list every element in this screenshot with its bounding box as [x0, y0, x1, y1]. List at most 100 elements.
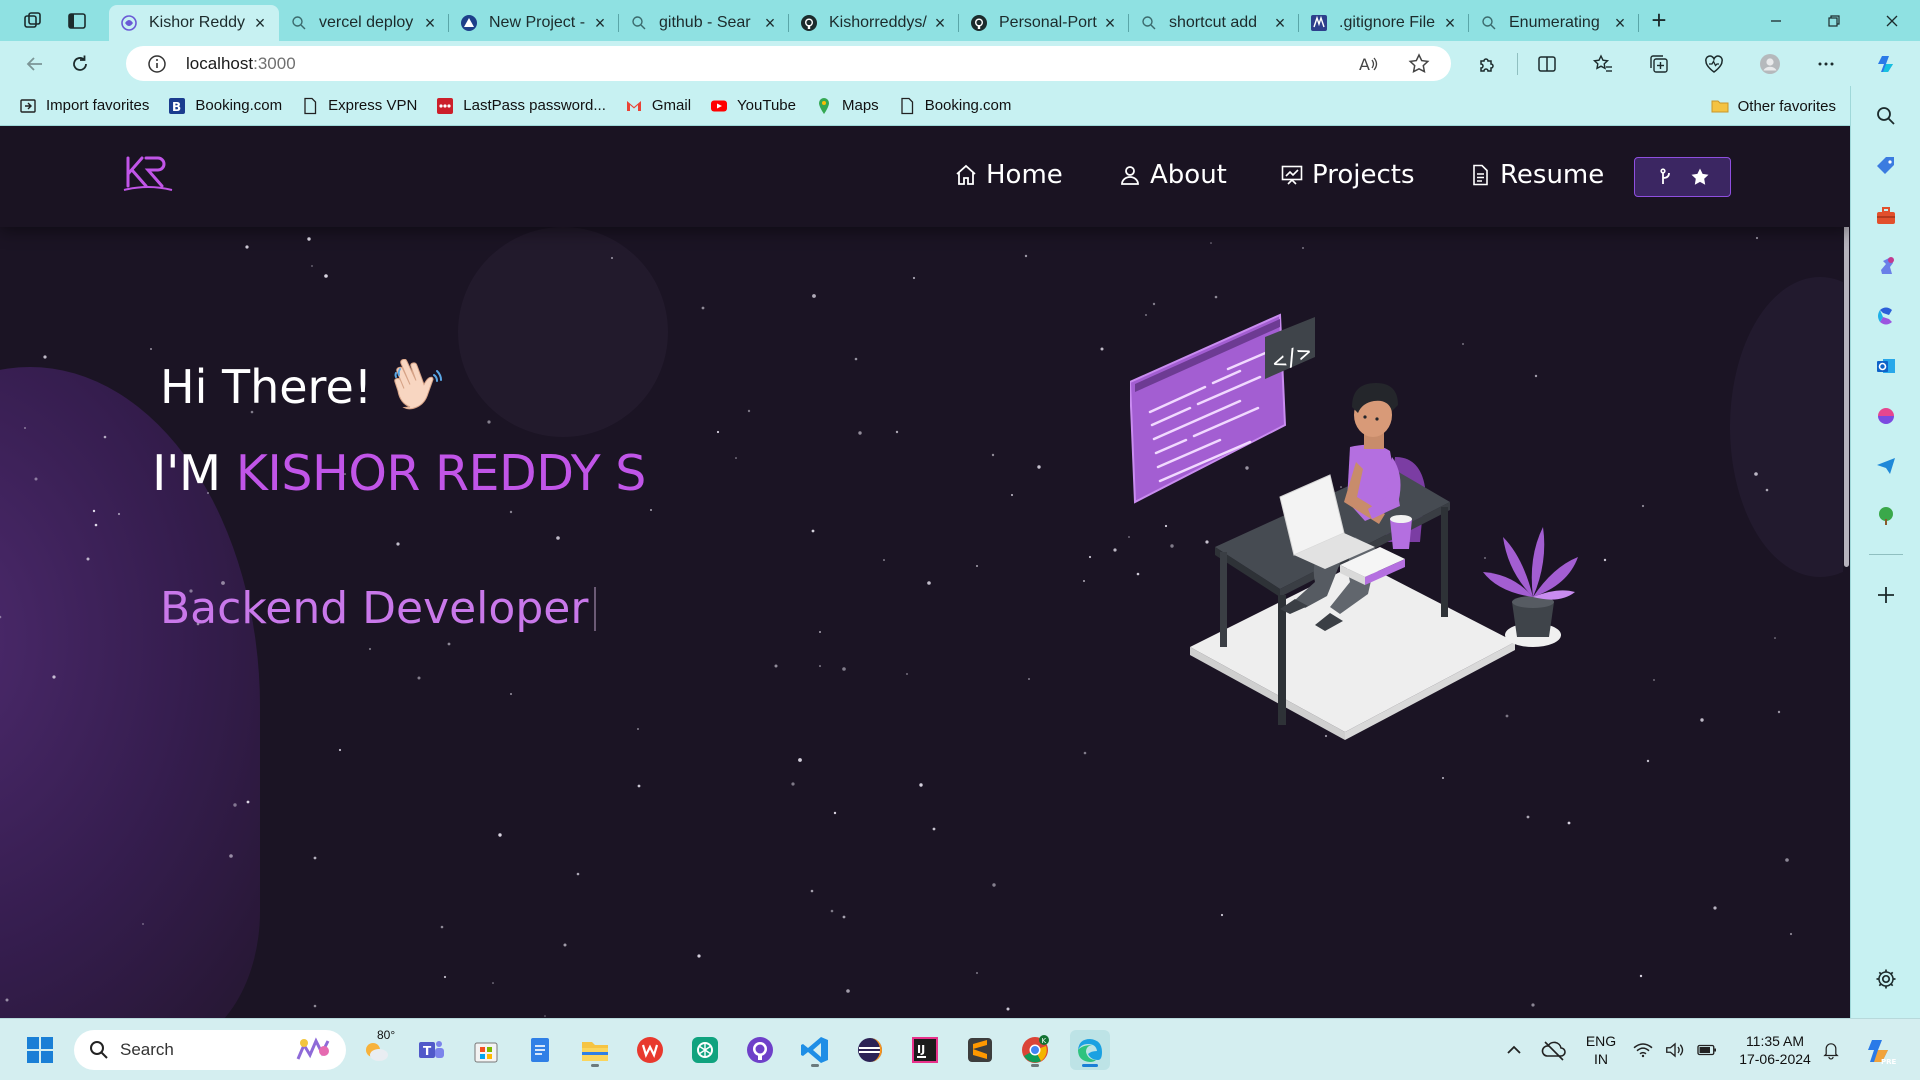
notifications-button[interactable] [1815, 1030, 1847, 1070]
clock[interactable]: 11:35 AM 17-06-2024 [1730, 1032, 1820, 1068]
sidebar-add-button[interactable] [1873, 582, 1899, 608]
taskbar-wps-office[interactable] [630, 1030, 670, 1070]
favorite-7[interactable]: Maps [814, 96, 879, 116]
language-indicator[interactable]: ENG IN [1580, 1032, 1622, 1068]
taskbar-github-desktop[interactable] [740, 1030, 780, 1070]
star [307, 237, 311, 241]
wifi-tray[interactable] [1628, 1030, 1658, 1070]
taskbar-chatgpt[interactable] [685, 1030, 725, 1070]
read-aloud-icon[interactable]: A [1356, 52, 1380, 76]
taskbar-intellij[interactable]: IJ [905, 1030, 945, 1070]
favorite-2[interactable]: B Booking.com [167, 96, 282, 116]
taskbar-eclipse[interactable] [850, 1030, 890, 1070]
back-button[interactable] [15, 44, 55, 84]
close-tab-icon[interactable]: × [931, 13, 949, 33]
star [443, 975, 447, 979]
favorite-4[interactable]: LastPass password... [435, 96, 606, 116]
sidebar-shopping-button[interactable] [1873, 153, 1899, 179]
volume-tray[interactable] [1660, 1030, 1690, 1070]
taskbar-sublime[interactable] [960, 1030, 1000, 1070]
page-scrollbar[interactable] [1843, 127, 1850, 1018]
tab-3[interactable]: New Project - × [449, 5, 619, 41]
taskbar-search[interactable]: Search [74, 1030, 346, 1070]
copilot-button[interactable] [1872, 50, 1900, 78]
network-off-tray[interactable] [1534, 1030, 1574, 1070]
taskbar-vscode[interactable] [795, 1030, 835, 1070]
nav-home[interactable]: Home [954, 160, 1063, 190]
sidebar-designer-button[interactable] [1873, 403, 1899, 429]
sidebar-outlook-button[interactable] [1873, 353, 1899, 379]
tab-4[interactable]: github - Sear × [619, 5, 789, 41]
tab-actions-button[interactable] [57, 0, 97, 41]
close-tab-icon[interactable]: × [1101, 13, 1119, 33]
site-info-icon[interactable] [146, 53, 168, 75]
minimize-button[interactable] [1748, 0, 1804, 41]
close-tab-icon[interactable]: × [1441, 13, 1459, 33]
nav-about[interactable]: About [1118, 160, 1227, 190]
sidebar-tools-button[interactable] [1873, 203, 1899, 229]
start-button[interactable] [20, 1030, 60, 1070]
close-tab-icon[interactable]: × [591, 13, 609, 33]
taskbar-store[interactable] [466, 1030, 506, 1070]
search-label: Search [120, 1040, 174, 1059]
sidebar-copilot-button[interactable] [1873, 303, 1899, 329]
sidebar-tree-button[interactable] [1873, 503, 1899, 529]
weather-widget[interactable]: 80° [357, 1028, 397, 1070]
close-tab-icon[interactable]: × [1271, 13, 1289, 33]
favorite-star-icon[interactable] [1407, 52, 1431, 76]
favorite-1[interactable]: Import favorites [18, 96, 149, 116]
tab-8[interactable]: .gitignore File × [1299, 5, 1469, 41]
svg-text:PRE: PRE [1881, 1058, 1896, 1066]
github-fork-button[interactable] [1634, 157, 1731, 197]
favorite-5[interactable]: Gmail [624, 96, 691, 116]
copilot-taskbar-button[interactable]: PRE [1860, 1030, 1900, 1070]
nav-projects[interactable]: Projects [1280, 160, 1415, 190]
show-hidden-icons-button[interactable] [1494, 1030, 1534, 1070]
scrollbar-thumb[interactable] [1844, 167, 1849, 567]
favorite-3[interactable]: Express VPN [300, 96, 417, 116]
nav-resume[interactable]: Resume [1468, 160, 1604, 190]
refresh-button[interactable] [60, 44, 100, 84]
star [1037, 465, 1041, 469]
workspaces-button[interactable] [13, 0, 53, 41]
star [1785, 858, 1789, 862]
tab-6[interactable]: Personal-Port × [959, 5, 1129, 41]
tab-5[interactable]: Kishorreddys/× [789, 5, 959, 41]
sidebar-games-button[interactable] [1873, 253, 1899, 279]
taskbar-chrome[interactable]: K [1015, 1030, 1055, 1070]
site-logo[interactable] [120, 152, 176, 194]
close-window-button[interactable] [1864, 0, 1920, 41]
favorite-8[interactable]: Booking.com [897, 96, 1011, 116]
taskbar-notepad[interactable] [520, 1030, 560, 1070]
profile-button[interactable] [1756, 50, 1784, 78]
volume-icon [1666, 1042, 1684, 1058]
sidebar-telegram-button[interactable] [1873, 453, 1899, 479]
sidebar-settings-button[interactable] [1873, 966, 1899, 992]
taskbar-teams[interactable]: T [411, 1030, 451, 1070]
extensions-button[interactable] [1473, 50, 1501, 78]
collections-button[interactable] [1645, 50, 1673, 78]
new-tab-button[interactable]: + [1639, 3, 1679, 39]
settings-more-button[interactable] [1812, 50, 1840, 78]
tab-7[interactable]: shortcut add × [1129, 5, 1299, 41]
split-screen-button[interactable] [1533, 50, 1561, 78]
battery-tray[interactable] [1692, 1030, 1722, 1070]
taskbar-file-explorer[interactable] [575, 1030, 615, 1070]
close-tab-icon[interactable]: × [421, 13, 439, 33]
close-tab-icon[interactable]: × [761, 13, 779, 33]
address-bar[interactable]: localhost:3000 A [126, 46, 1451, 81]
browser-essentials-button[interactable] [1700, 50, 1728, 78]
page-icon [300, 96, 320, 116]
star [1028, 678, 1030, 680]
tab-1[interactable]: Kishor Reddy × [109, 5, 279, 41]
restore-button[interactable] [1806, 0, 1862, 41]
close-tab-icon[interactable]: × [1611, 13, 1629, 33]
favorite-6[interactable]: YouTube [709, 96, 796, 116]
sidebar-search-button[interactable] [1873, 103, 1899, 129]
favorites-button[interactable] [1589, 50, 1617, 78]
taskbar-edge[interactable] [1070, 1030, 1110, 1070]
other-favorites-folder[interactable]: Other favorites [1710, 96, 1836, 116]
close-tab-icon[interactable]: × [251, 13, 269, 33]
tab-2[interactable]: vercel deploy × [279, 5, 449, 41]
tab-9[interactable]: Enumerating × [1469, 5, 1639, 41]
